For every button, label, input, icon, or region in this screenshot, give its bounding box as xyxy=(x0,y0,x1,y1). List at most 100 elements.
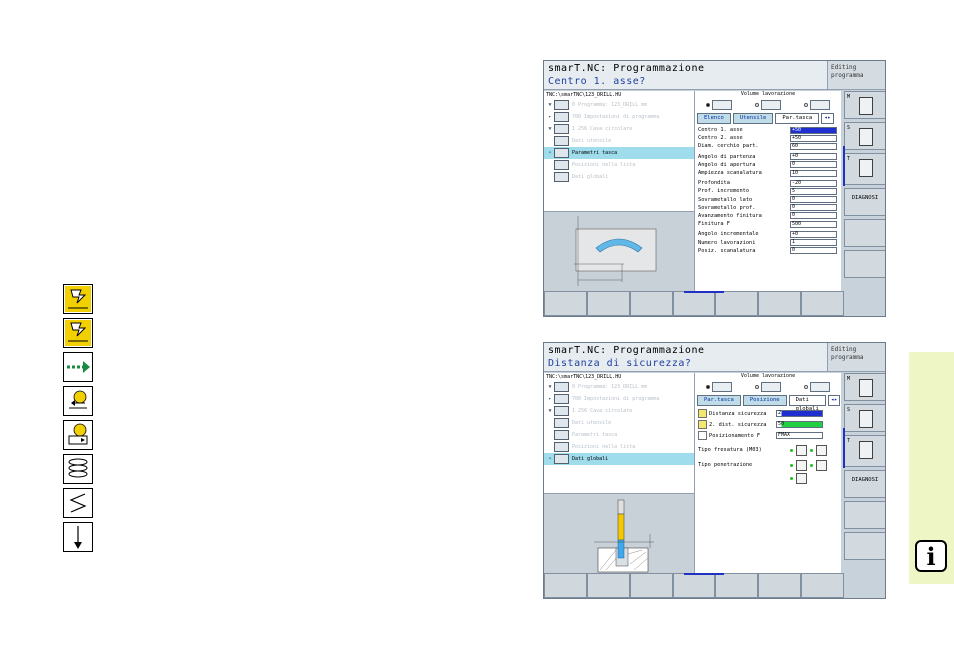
tree-item[interactable]: ▼ 0 Programma: 123_DRILL mm xyxy=(544,381,694,393)
tree-item[interactable]: Dati globali xyxy=(544,171,694,183)
softkey-4[interactable] xyxy=(672,291,716,316)
side-button-t[interactable]: T xyxy=(843,428,885,468)
tree-item[interactable]: Posizioni nella lista xyxy=(544,441,694,453)
info-icon[interactable]: i xyxy=(915,540,947,572)
field-input[interactable]: 0 xyxy=(790,247,837,255)
conventional-radio[interactable] xyxy=(810,449,813,452)
helix-radio[interactable] xyxy=(790,464,793,467)
tab-elenco[interactable]: Elenco xyxy=(697,113,731,124)
field-input[interactable]: +0 xyxy=(790,153,837,161)
volume-option-3[interactable] xyxy=(803,382,830,392)
field-input[interactable]: 60 xyxy=(790,142,837,150)
softkey-6[interactable] xyxy=(758,573,802,598)
softkey-7[interactable] xyxy=(801,573,845,598)
field-input[interactable]: +0 xyxy=(790,230,837,238)
softkey-6[interactable] xyxy=(758,291,802,316)
reciprocating-plunge-icon[interactable] xyxy=(816,460,827,471)
field-input[interactable]: 2 xyxy=(776,410,823,417)
field-input[interactable]: 0 xyxy=(790,196,837,204)
climb-milling-icon[interactable] xyxy=(796,445,807,456)
right-sidebar: M S T DIAGNOSI xyxy=(843,373,885,598)
field-input[interactable]: +50 xyxy=(790,134,837,142)
field-input[interactable]: +50 xyxy=(790,126,837,134)
tree-item[interactable]: Posizioni nella lista xyxy=(544,159,694,171)
side-button-m[interactable]: M xyxy=(844,373,885,401)
tab-utensile[interactable]: Utensile xyxy=(732,113,774,124)
diagnosi-button[interactable]: DIAGNOSI xyxy=(844,470,885,498)
reciprocating-radio[interactable] xyxy=(810,464,813,467)
field-input[interactable]: -20 xyxy=(790,179,837,187)
diagnosi-button[interactable]: DIAGNOSI xyxy=(844,188,885,216)
tree-expander-icon[interactable]: ▸ xyxy=(546,114,554,120)
tree-item[interactable]: Parametri tasca xyxy=(544,429,694,441)
field-label: Angolo di partenza xyxy=(698,153,756,160)
volume-option-1[interactable] xyxy=(706,382,733,392)
conventional-milling-icon[interactable] xyxy=(816,445,827,456)
side-button-m[interactable]: M xyxy=(844,91,885,119)
tree-item[interactable]: • Parametri tasca xyxy=(544,147,694,159)
field-input[interactable]: FMAX xyxy=(776,432,823,439)
field-input[interactable]: 0 xyxy=(790,212,837,220)
tree-expander-icon[interactable]: ▼ xyxy=(546,384,554,390)
softkey-2[interactable] xyxy=(586,573,630,598)
tab-dati-globali[interactable]: Dati globali xyxy=(788,395,826,412)
tree-item[interactable]: • Dati globali xyxy=(544,453,694,465)
helix-plunge-icon[interactable] xyxy=(796,460,807,471)
side-button-blank-2[interactable] xyxy=(844,250,885,278)
side-button-t[interactable]: T xyxy=(843,146,885,186)
side-button-blank-1[interactable] xyxy=(844,501,885,529)
tab-posizione[interactable]: Posizione xyxy=(742,395,787,406)
field-input[interactable]: 500 xyxy=(790,220,837,228)
side-button-blank-2[interactable] xyxy=(844,532,885,560)
vertical-radio[interactable] xyxy=(790,477,793,480)
tab-scroll-arrows[interactable]: ◂▸ xyxy=(827,395,841,406)
tree-item[interactable]: ▼ 1 256 Cava circolare xyxy=(544,405,694,417)
tree-item-label: Parametri tasca xyxy=(572,432,618,438)
plunge-type-option: Tipo penetrazione xyxy=(695,460,841,484)
tab-par-tasca[interactable]: Par.tasca xyxy=(775,113,820,124)
side-button-s[interactable]: S xyxy=(844,122,885,150)
side-button-blank-1[interactable] xyxy=(844,219,885,247)
tree-item[interactable]: ▼ 1 256 Cava circolare xyxy=(544,123,694,135)
tree-expander-icon[interactable]: • xyxy=(546,150,554,156)
softkey-3[interactable] xyxy=(629,291,673,316)
side-button-s[interactable]: S xyxy=(844,404,885,432)
softkey-5[interactable] xyxy=(715,573,759,598)
field-input[interactable]: 0 xyxy=(790,161,837,169)
tree-item[interactable]: Dati utensile xyxy=(544,417,694,429)
softkey-1[interactable] xyxy=(544,291,587,316)
volume-option-2[interactable] xyxy=(754,382,781,392)
field-input[interactable]: 0 xyxy=(790,204,837,212)
softkey-3[interactable] xyxy=(629,573,673,598)
field-row: Sovrametallo lato 0 xyxy=(695,196,841,204)
softkey-4[interactable] xyxy=(672,573,716,598)
softkey-2[interactable] xyxy=(586,291,630,316)
tree-item[interactable]: ▸ 700 Impostazioni di programma xyxy=(544,393,694,405)
tree-item[interactable]: Dati utensile xyxy=(544,135,694,147)
tree-expander-icon[interactable]: ▼ xyxy=(546,102,554,108)
field-label: Posizionamento F xyxy=(709,432,761,439)
vertical-plunge-icon[interactable] xyxy=(796,473,807,484)
tree-item[interactable]: ▸ 700 Impostazioni di programma xyxy=(544,111,694,123)
header-title: smarT.NC: Programmazione xyxy=(548,345,705,356)
field-input[interactable]: 5 xyxy=(790,187,837,195)
tab-scroll-arrows[interactable]: ◂▸ xyxy=(821,113,834,124)
softkey-1[interactable] xyxy=(544,573,587,598)
tab-par-tasca[interactable]: Par.tasca xyxy=(697,395,741,406)
volume-option-1[interactable] xyxy=(706,100,733,110)
field-input[interactable]: 50 xyxy=(776,421,823,428)
softkey-7[interactable] xyxy=(801,291,845,316)
field-input[interactable]: 1 xyxy=(790,239,837,247)
tree-expander-icon[interactable]: ▸ xyxy=(546,396,554,402)
tree-item[interactable]: ▼ 0 Programma: 123_DRILL mm xyxy=(544,99,694,111)
climb-radio[interactable] xyxy=(790,449,793,452)
tree-expander-icon[interactable]: ▼ xyxy=(546,126,554,132)
field-row: Angolo di apertura 0 xyxy=(695,161,841,169)
tree-item-label: Posizioni nella lista xyxy=(572,444,636,450)
softkey-5[interactable] xyxy=(715,291,759,316)
tree-expander-icon[interactable]: ▼ xyxy=(546,408,554,414)
volume-option-3[interactable] xyxy=(803,100,830,110)
tree-expander-icon[interactable]: • xyxy=(546,456,554,462)
volume-option-2[interactable] xyxy=(754,100,781,110)
field-input[interactable]: 10 xyxy=(790,169,837,177)
